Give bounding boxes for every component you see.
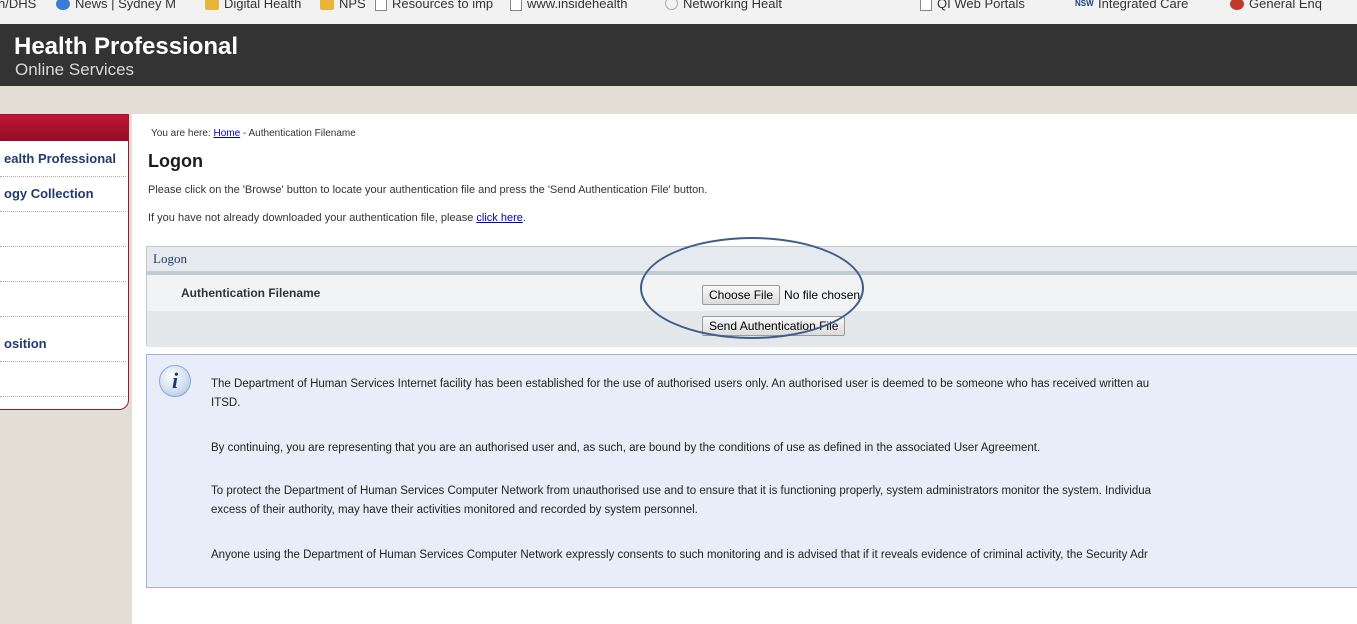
sidebar-item-position[interactable]: osition [0,326,126,362]
bookmark-label: Networking Healt [683,0,782,11]
sidebar-item-5[interactable] [0,281,126,317]
bookmark-label: News | Sydney M [75,0,176,11]
breadcrumb: You are here: Home - Authentication File… [151,128,356,139]
info-box: i The Department of Human Services Inter… [146,354,1357,588]
download-suffix: . [522,212,526,224]
info-paragraph-3-line-2: excess of their authority, may have thei… [211,504,698,516]
sidebar-item-health-professional[interactable]: ealth Professional [0,141,126,177]
nsw-icon: NSW [1075,0,1094,8]
sidebar-item-label: ealth Professional [4,151,116,166]
info-paragraph-3-line-1: To protect the Department of Human Servi… [211,485,1152,497]
sidebar-item-3[interactable] [0,211,126,247]
bookmark-insidehealth[interactable]: www.insidehealth [510,0,627,11]
bookmark-integrated-care[interactable]: NSW Integrated Care [1075,0,1188,11]
download-prefix: If you have not already downloaded your … [148,212,474,224]
sidebar-item-collection[interactable]: ogy Collection [0,176,126,212]
file-input: Choose File No file chosen [702,285,860,305]
bookmark-dhs[interactable]: n/DHS [0,0,36,11]
choose-file-button[interactable]: Choose File [702,285,781,305]
red-circle-icon [1230,0,1244,10]
folder-icon [205,0,219,10]
bookmark-general-enq[interactable]: General Enq [1230,0,1322,11]
sidebar-item-label: osition [4,336,47,351]
authentication-filename-label: Authentication Filename [181,286,321,300]
sidebar-menu: ealth Professional ogy Collection ositio… [0,114,129,410]
bookmark-label: QI Web Portals [937,0,1025,11]
bookmark-label: n/DHS [0,0,37,11]
form-row-submit: Send Authentication File [147,311,1357,347]
info-paragraph-1-line-2: ITSD. [211,397,241,409]
bookmark-label: Digital Health [224,0,302,11]
bookmark-label: Integrated Care [1098,0,1189,11]
form-row-filename: Authentication Filename Choose File No f… [147,275,1357,311]
breadcrumb-prefix: You are here: [151,128,211,139]
bookmark-label: General Enq [1249,0,1322,11]
site-subtitle: Online Services [15,60,135,79]
form-header: Logon [147,247,1357,271]
sidebar-item-4[interactable] [0,246,126,282]
sidebar-accent-bar [0,115,128,141]
bookmark-nps[interactable]: NPS [320,0,366,11]
bookmark-label: Resources to imp [392,0,494,11]
site-title: Health Professional [14,33,239,60]
info-icon: i [159,365,191,397]
bookmark-qi-web-portals[interactable]: QI Web Portals [920,0,1025,11]
bookmarks-bar: n/DHS News | Sydney M Digital Health NPS… [0,0,1357,25]
click-here-link[interactable]: click here [476,212,522,224]
info-paragraph-1-line-1: The Department of Human Services Interne… [211,378,1150,390]
bookmark-news[interactable]: News | Sydney M [56,0,176,11]
no-file-chosen-text: No file chosen [784,288,861,302]
circle-icon [665,0,678,10]
page-icon [375,0,387,11]
page-icon [920,0,932,11]
sidebar-item-label: ogy Collection [4,186,94,201]
page-title: Logon [148,151,203,171]
breadcrumb-home-link[interactable]: Home [213,128,240,139]
breadcrumb-current: - Authentication Filename [242,128,356,139]
bookmark-resources[interactable]: Resources to imp [375,0,493,11]
info-paragraph-2: By continuing, you are representing that… [211,442,1041,454]
header-spacer [0,86,1357,114]
info-paragraph-4: Anyone using the Department of Human Ser… [211,549,1148,561]
bookmark-networking-health[interactable]: Networking Healt [665,0,782,11]
bookmark-digital-health[interactable]: Digital Health [205,0,301,11]
send-authentication-file-button[interactable]: Send Authentication File [702,316,846,336]
folder-icon [320,0,334,10]
main-content: You are here: Home - Authentication File… [146,114,1357,624]
bookmark-label: www.insidehealth [527,0,628,11]
sidebar-item-7[interactable] [0,361,126,397]
download-text: If you have not already downloaded your … [148,212,526,224]
site-header: Health Professional Online Services [0,24,1357,86]
globe-icon [56,0,70,10]
bookmark-label: NPS [339,0,366,11]
page-icon [510,0,522,11]
logon-form: Logon Authentication Filename Choose Fil… [146,246,1357,347]
instruction-text: Please click on the 'Browse' button to l… [148,184,708,196]
